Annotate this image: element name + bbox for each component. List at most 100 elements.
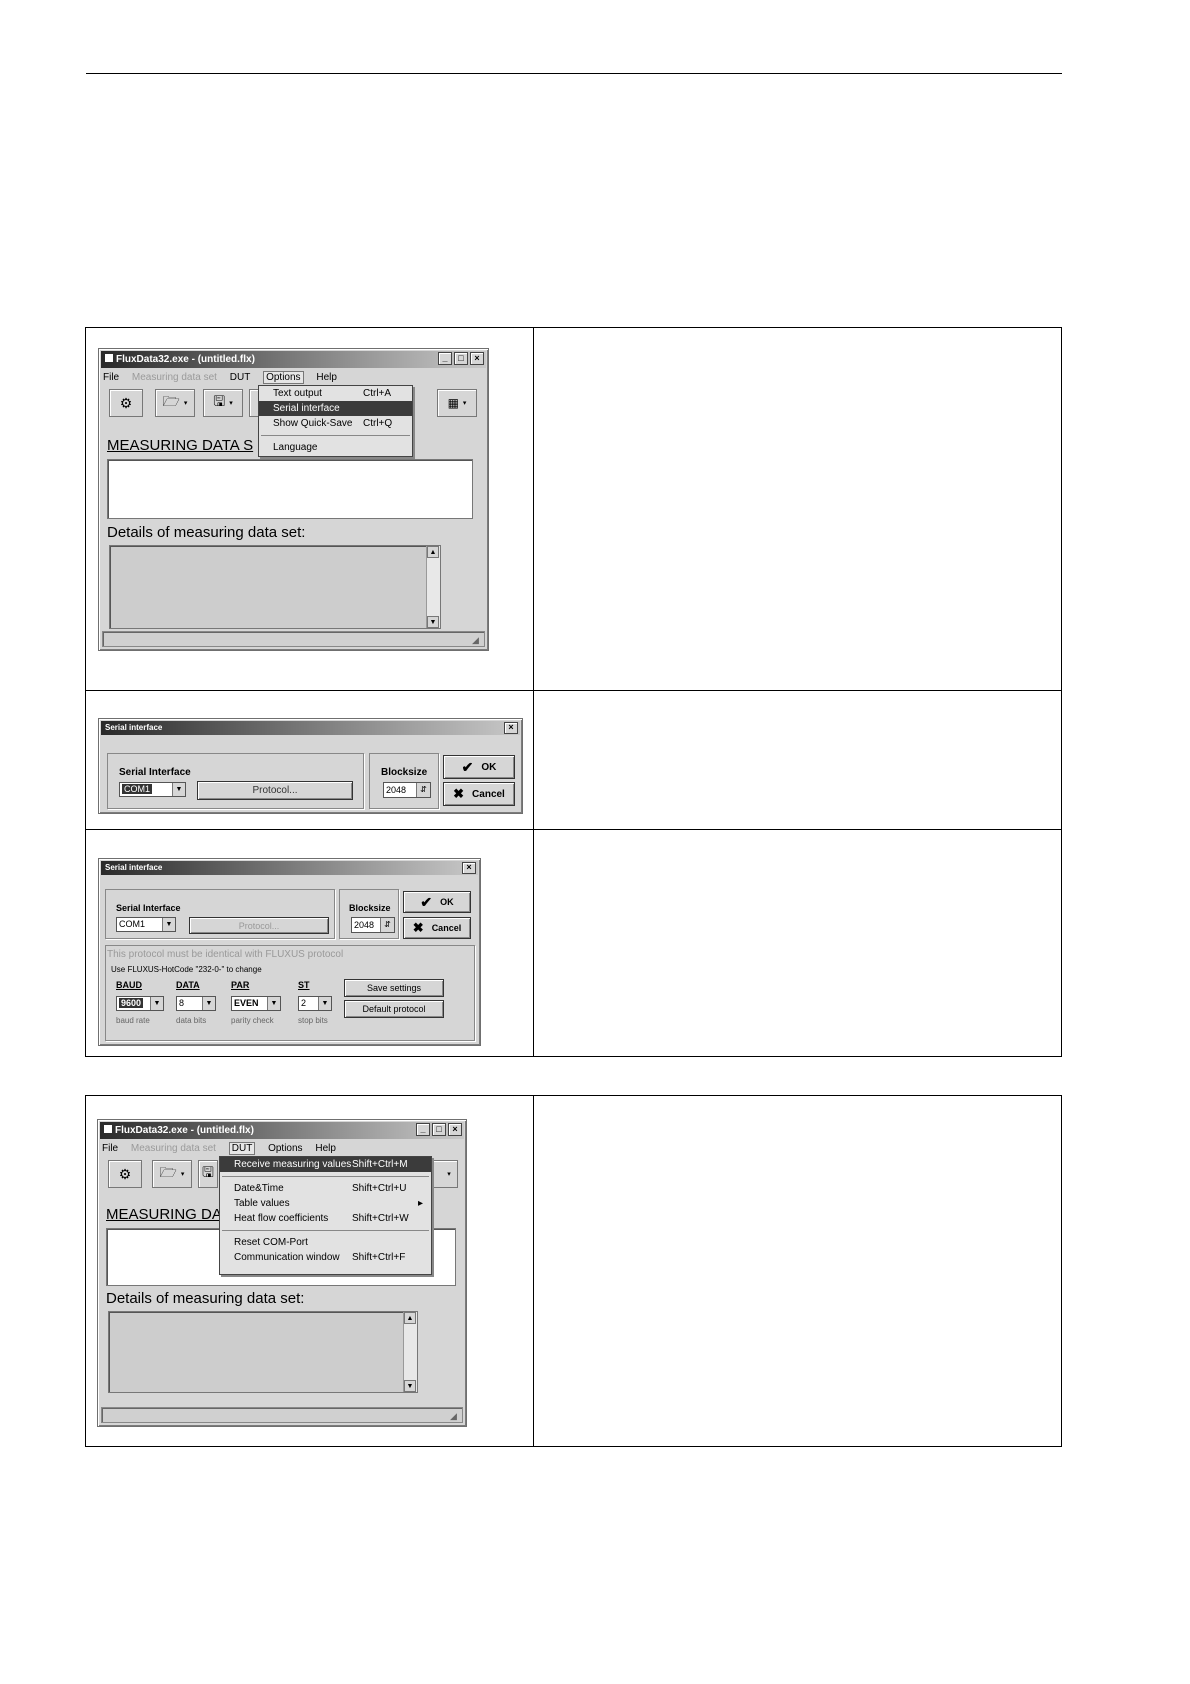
details-scrollbar[interactable]: ▲ ▼ — [426, 546, 440, 628]
scroll-up-icon[interactable]: ▲ — [404, 1312, 416, 1324]
toolbar-connect-button[interactable]: ⚙ — [108, 1160, 142, 1188]
status-bar — [101, 1407, 463, 1423]
close-button[interactable]: × — [448, 1123, 462, 1136]
folder-open-icon: 🗁 — [162, 393, 180, 409]
dialog-close-button[interactable]: × — [504, 722, 518, 734]
screenshot-dut-menu: FluxData32.exe - (untitled.flx) _ □ × Fi… — [97, 1119, 467, 1427]
measuring-data-label: MEASURING DATA S — [107, 437, 254, 454]
scroll-up-icon[interactable]: ▲ — [427, 546, 439, 558]
details-textarea[interactable]: ▲ ▼ — [108, 1311, 418, 1393]
serial-interface-label: Serial Interface — [119, 767, 191, 778]
menu-dut[interactable]: DUT — [228, 1142, 256, 1155]
blocksize-group — [369, 753, 439, 809]
menu-options[interactable]: Options — [263, 371, 304, 384]
dialog-titlebar: Serial interface — [101, 721, 520, 735]
cancel-button[interactable]: ✖ Cancel — [443, 782, 515, 806]
menu-file[interactable]: File — [103, 372, 119, 383]
blocksize-spinner[interactable]: 2048 ⇵ — [351, 917, 395, 933]
menu-measuring-data-set[interactable]: Measuring data set — [132, 372, 217, 383]
details-scrollbar[interactable]: ▲ ▼ — [403, 1312, 417, 1392]
spin-arrows-icon[interactable]: ⇵ — [380, 918, 394, 932]
toolbar-save-button[interactable]: 🖫 — [198, 1160, 218, 1188]
window-titlebar: FluxData32.exe - (untitled.flx) — [100, 1122, 464, 1139]
window-title: FluxData32.exe - (untitled.flx) — [116, 354, 255, 365]
protocol-button[interactable]: Protocol... — [189, 917, 329, 934]
ok-button[interactable]: ✔ OK — [403, 891, 471, 913]
toolbar-save-button[interactable]: 🖫 ▾ — [203, 389, 243, 417]
com-port-select[interactable]: COM1 ▼ — [116, 917, 176, 932]
chevron-down-icon: ▾ — [180, 1171, 185, 1178]
blocksize-label: Blocksize — [381, 767, 428, 778]
chevron-down-icon: ▾ — [447, 1171, 451, 1178]
menu-measuring-data-set[interactable]: Measuring data set — [131, 1143, 216, 1154]
parity-label: PAR — [231, 980, 250, 990]
menu-separator — [222, 1230, 429, 1231]
chevron-down-icon: ▼ — [202, 997, 215, 1010]
toolbar-connect-button[interactable]: ⚙ — [109, 389, 143, 417]
resize-grip-icon[interactable]: ◢ — [450, 1411, 461, 1422]
menu-separator — [222, 1176, 429, 1177]
parity-select[interactable]: EVEN ▼ — [231, 996, 281, 1011]
floppy-disk-icon: 🖫 — [213, 393, 226, 409]
resize-grip-icon[interactable]: ◢ — [472, 635, 483, 646]
menu-item-serial-interface[interactable]: Serial interface — [259, 401, 412, 416]
dut-menu-dropdown: Receive measuring values Shift+Ctrl+M Dat… — [219, 1156, 432, 1275]
instruction-table-2: FluxData32.exe - (untitled.flx) _ □ × Fi… — [85, 1095, 1062, 1447]
menu-item-show-quick-save[interactable]: Show Quick-Save Ctrl+Q — [259, 416, 412, 431]
data-bits-select[interactable]: 8 ▼ — [176, 996, 216, 1011]
baud-select[interactable]: 9600 ▼ — [116, 996, 164, 1011]
stop-bits-label: ST — [298, 980, 310, 990]
baud-caption: baud rate — [116, 1016, 150, 1025]
hotcode-note: Use FLUXUS-HotCode "232-0-" to change — [111, 965, 262, 974]
app-icon — [104, 1125, 112, 1133]
com-port-select[interactable]: COM1 ▼ — [119, 782, 186, 797]
dialog-close-button[interactable]: × — [462, 862, 476, 874]
floppy-disk-icon: 🖫 — [202, 1164, 214, 1180]
baud-label: BAUD — [116, 980, 142, 990]
serial-interface-label: Serial Interface — [116, 903, 181, 913]
scroll-down-icon[interactable]: ▼ — [404, 1380, 416, 1392]
screenshot-serial-dialog-expanded: Serial interface × Serial Interface COM1… — [98, 858, 481, 1046]
menu-item-reset-com-port[interactable]: Reset COM-Port — [220, 1235, 431, 1250]
toolbar-grid-button[interactable]: ▾ — [428, 1160, 458, 1188]
minimize-button[interactable]: _ — [438, 352, 452, 365]
instruction-table-1: FluxData32.exe - (untitled.flx) _ □ × Fi… — [85, 327, 1062, 1057]
menu-dut[interactable]: DUT — [230, 372, 251, 383]
maximize-button[interactable]: □ — [432, 1123, 446, 1136]
menu-item-text-output[interactable]: Text output Ctrl+A — [259, 386, 412, 401]
spin-arrows-icon[interactable]: ⇵ — [416, 783, 430, 797]
ok-button[interactable]: ✔ OK — [443, 755, 515, 779]
save-settings-button[interactable]: Save settings — [344, 979, 444, 997]
plug-icon: ⚙ — [119, 394, 133, 411]
protocol-note: This protocol must be identical with FLU… — [107, 949, 344, 960]
menu-item-heat-flow-coefficients[interactable]: Heat flow coefficients Shift+Ctrl+W — [220, 1211, 431, 1226]
chevron-down-icon: ▼ — [267, 997, 280, 1010]
menu-item-communication-window[interactable]: Communication window Shift+Ctrl+F — [220, 1250, 431, 1265]
close-button[interactable]: × — [470, 352, 484, 365]
maximize-button[interactable]: □ — [454, 352, 468, 365]
default-protocol-button[interactable]: Default protocol — [344, 1000, 444, 1018]
menu-help[interactable]: Help — [315, 1143, 336, 1154]
menu-item-date-time[interactable]: Date&Time Shift+Ctrl+U — [220, 1181, 431, 1196]
grid-icon: ▦ — [447, 396, 459, 410]
toolbar-grid-button[interactable]: ▦ ▾ — [437, 389, 477, 417]
menu-help[interactable]: Help — [316, 372, 337, 383]
protocol-button[interactable]: Protocol... — [197, 781, 353, 800]
chevron-down-icon: ▼ — [162, 918, 175, 931]
toolbar-open-button[interactable]: 🗁 ▾ — [155, 389, 195, 417]
blocksize-spinner[interactable]: 2048 ⇵ — [383, 782, 431, 798]
menu-file[interactable]: File — [102, 1143, 118, 1154]
menu-item-table-values[interactable]: Table values ▸ — [220, 1196, 431, 1211]
cross-icon: ✖ — [412, 920, 424, 935]
details-textarea[interactable]: ▲ ▼ — [109, 545, 441, 629]
toolbar-open-button[interactable]: 🗁 ▾ — [152, 1160, 192, 1188]
minimize-button[interactable]: _ — [416, 1123, 430, 1136]
menu-item-language[interactable]: Language — [259, 440, 412, 455]
window-titlebar: FluxData32.exe - (untitled.flx) — [101, 351, 486, 368]
measuring-data-list[interactable] — [107, 459, 473, 519]
cancel-button[interactable]: ✖ Cancel — [403, 917, 471, 939]
stop-bits-select[interactable]: 2 ▼ — [298, 996, 332, 1011]
menu-options[interactable]: Options — [268, 1143, 302, 1154]
menu-item-receive-measuring-values[interactable]: Receive measuring values Shift+Ctrl+M — [220, 1157, 431, 1172]
scroll-down-icon[interactable]: ▼ — [427, 616, 439, 628]
